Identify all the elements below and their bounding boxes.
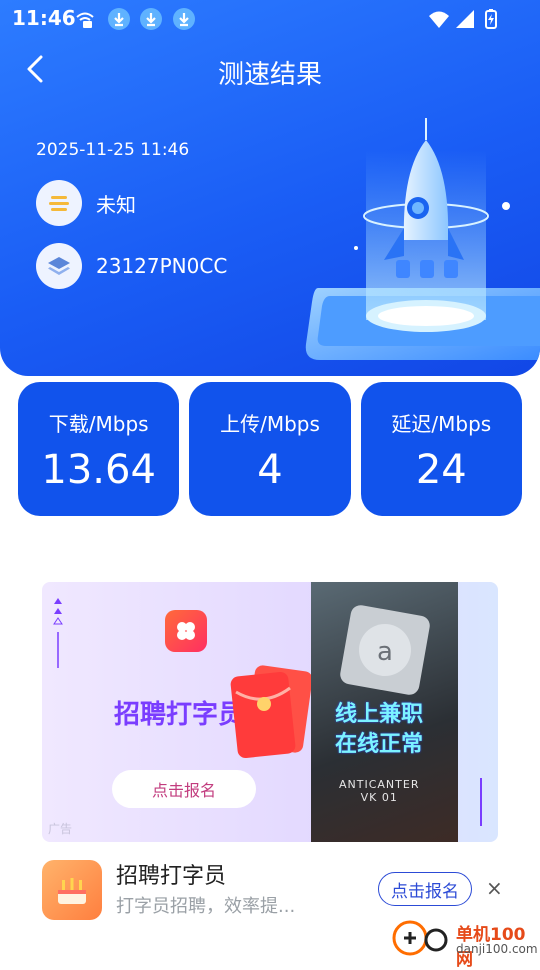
ad-banner[interactable]: 招聘打字员 点击报名 广告 a 线上兼职 在线正常 ANTICANTER VK … [42, 582, 498, 842]
device-model: 23127PN0CC [96, 254, 228, 278]
ad-mark: 广告 [48, 822, 73, 836]
ad-right-text-line1: 线上兼职 [335, 702, 424, 727]
decor-triangles-icon [53, 598, 63, 668]
ad-right-small-line2: VK 01 [360, 791, 398, 804]
layers-icon [36, 243, 82, 289]
ad-right-small-line1: ANTICANTER [339, 778, 420, 791]
status-bar: 11:46 [0, 0, 540, 36]
latency-value: 24 [415, 447, 467, 493]
battery-charging-icon [485, 9, 497, 29]
watermark-logo-icon [392, 920, 448, 956]
network-row: 未知 [36, 180, 136, 226]
latency-card: 延迟/Mbps 24 [360, 382, 522, 516]
status-time: 11:46 [12, 6, 76, 30]
rocket-illustration [305, 118, 540, 360]
ad-signup-button[interactable]: 点击报名 [378, 872, 472, 906]
download-card: 下载/Mbps 13.64 [18, 382, 180, 516]
download-icon [108, 8, 130, 30]
vpn-icon [76, 12, 94, 28]
device-photo: a [340, 605, 430, 695]
metrics-row: 下载/Mbps 13.64 上传/Mbps 4 延迟/Mbps 24 [18, 382, 522, 516]
device-row: 23127PN0CC [36, 243, 227, 289]
test-date: 2025-11-25 11:46 [36, 140, 190, 160]
signal-icon [456, 10, 474, 28]
page-title: 测速结果 [217, 60, 322, 90]
wifi-icon [429, 11, 449, 28]
upload-card: 上传/Mbps 4 [189, 382, 351, 516]
download-icon [173, 8, 195, 30]
ad-banner-right: a 线上兼职 在线正常 ANTICANTER VK 01 [311, 582, 458, 842]
ad-right-text-line2: 在线正常 [335, 732, 424, 757]
network-name: 未知 [96, 192, 136, 217]
ad-headline: 招聘打字员 [114, 700, 245, 730]
ad-app-row[interactable]: 招聘打字员 打字员招聘，效率提... 点击报名 × [42, 858, 503, 922]
red-envelope-icon [230, 665, 313, 759]
ad-right-text: 线上兼职 在线正常 [335, 700, 423, 760]
download-label: 下载/Mbps [48, 412, 149, 436]
ad-cta-button[interactable]: 点击报名 [112, 770, 256, 808]
svg-text:a: a [377, 637, 393, 667]
clover-icon [165, 610, 207, 652]
cake-icon [42, 860, 102, 920]
decor-line [480, 778, 482, 826]
ad-app-name: 招聘打字员 [116, 864, 227, 889]
title-bar: 测速结果 [0, 44, 540, 96]
speed-result-hero: 11:46 测速结果 2025-11-25 11:46 未知 23127PN0C… [0, 0, 540, 376]
latency-label: 延迟/Mbps [391, 412, 492, 436]
network-type-icon [36, 180, 82, 226]
ad-banner-left: 招聘打字员 点击报名 广告 [42, 582, 313, 842]
download-value: 13.64 [41, 447, 156, 493]
upload-value: 4 [257, 447, 283, 493]
ad-app-description: 打字员招聘，效率提... [116, 896, 296, 917]
download-icon [140, 8, 162, 30]
upload-label: 上传/Mbps [220, 412, 320, 436]
watermark: 单机100网 danji100.com [390, 916, 540, 970]
close-icon[interactable]: × [486, 876, 503, 900]
ad-right-small: ANTICANTER VK 01 [339, 778, 419, 804]
watermark-url: danji100.com [456, 942, 538, 956]
